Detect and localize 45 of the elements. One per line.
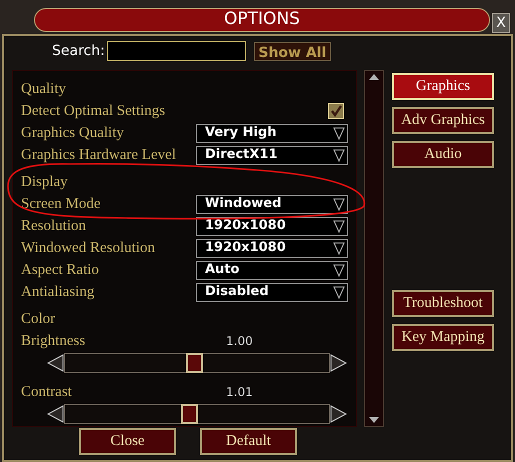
- caret-icon: [333, 198, 345, 210]
- section-heading: Color: [21, 310, 56, 329]
- category-tab[interactable]: Graphics: [392, 73, 494, 100]
- category-tab[interactable]: Audio: [392, 141, 494, 168]
- dropdown[interactable]: 1920x1080: [196, 238, 348, 258]
- footer-button[interactable]: Close: [79, 428, 176, 455]
- setting-label: Brightness: [21, 332, 86, 351]
- setting-label: Contrast: [21, 382, 72, 402]
- show-all-button[interactable]: Show All: [254, 42, 331, 60]
- setting-label: Windowed Resolution: [21, 238, 155, 258]
- slider-thumb[interactable]: [181, 404, 198, 424]
- caret-icon: [333, 148, 345, 162]
- scrollbar[interactable]: [364, 70, 384, 427]
- dropdown[interactable]: DirectX11: [196, 146, 348, 164]
- dropdown[interactable]: Auto: [196, 260, 348, 280]
- side-button[interactable]: Troubleshoot: [392, 290, 494, 317]
- caret-icon: [333, 242, 345, 254]
- slider-value: 1.00: [226, 333, 253, 350]
- caret-icon: [333, 286, 345, 298]
- caret-icon: [333, 126, 345, 140]
- side-button[interactable]: Key Mapping: [392, 324, 494, 351]
- window-close-button[interactable]: X: [492, 13, 510, 33]
- setting-label: Aspect Ratio: [21, 260, 99, 280]
- checkbox[interactable]: [328, 103, 344, 119]
- slider-thumb[interactable]: [186, 353, 204, 373]
- footer-button[interactable]: Default: [200, 428, 297, 455]
- setting-label: Detect Optimal Settings: [21, 102, 166, 121]
- setting-label: Antialiasing: [21, 282, 94, 302]
- setting-label: Resolution: [21, 216, 86, 236]
- category-tab[interactable]: Adv Graphics: [392, 107, 494, 134]
- dropdown[interactable]: Disabled: [196, 282, 348, 302]
- section-heading: Display: [21, 172, 68, 192]
- search-label: Search:: [52, 42, 105, 60]
- section-heading: Quality: [21, 80, 66, 99]
- setting-label: Graphics Quality: [21, 124, 124, 143]
- caret-icon: [333, 264, 345, 276]
- caret-icon: [333, 220, 345, 232]
- setting-label: Graphics Hardware Level: [21, 146, 176, 165]
- dropdown[interactable]: Very High: [196, 124, 348, 142]
- dropdown[interactable]: Windowed: [196, 194, 348, 214]
- search-field[interactable]: [106, 41, 246, 61]
- setting-label: Screen Mode: [21, 194, 101, 214]
- window-title: OPTIONS: [224, 8, 300, 32]
- slider-value: 1.01: [226, 384, 253, 401]
- dropdown[interactable]: 1920x1080: [196, 216, 348, 236]
